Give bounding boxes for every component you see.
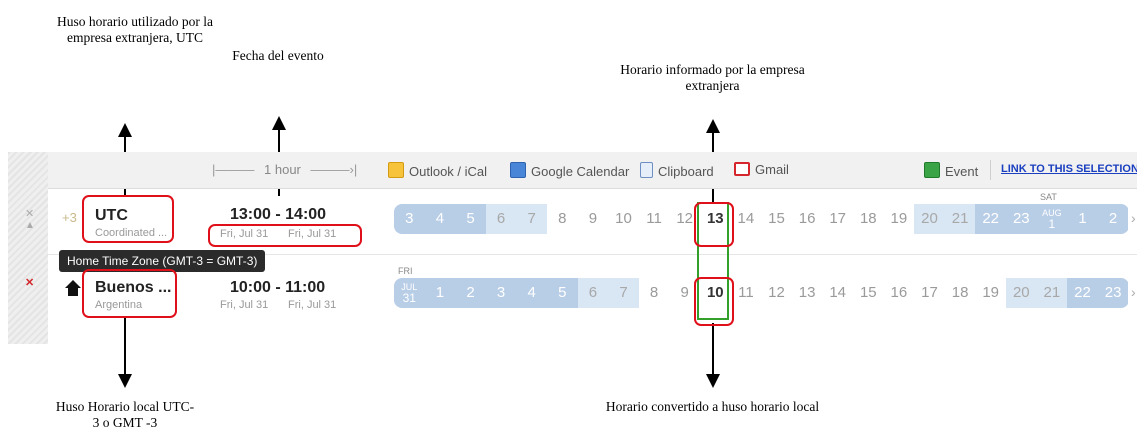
hour-cell[interactable]: 11 [730, 278, 762, 308]
duration-control[interactable]: |——— 1 hour ———›| [212, 162, 357, 177]
outlook-export-button[interactable]: Outlook / iCal [388, 162, 487, 179]
reported-time-annotation: Horario informado por la empresa extranj… [620, 62, 805, 93]
hour-cell[interactable]: 17 [822, 204, 853, 234]
hour-cell[interactable]: 20 [914, 204, 945, 234]
gmail-button[interactable]: Gmail [734, 162, 789, 177]
remove-row-icon[interactable]: ✕ [25, 276, 34, 289]
hour-cell[interactable]: 20 [1006, 278, 1037, 308]
date-badge[interactable]: AUG 1 [1036, 204, 1068, 234]
day-marker: FRI [398, 266, 413, 276]
hour-cell[interactable]: 7 [516, 204, 547, 234]
hour-cell[interactable]: 9 [577, 204, 609, 234]
outlook-icon [388, 162, 404, 178]
remove-row-icon[interactable]: ✕ [25, 207, 34, 220]
arrow-down-converted [706, 374, 720, 388]
scroll-right-icon[interactable]: › [1131, 284, 1136, 300]
highlight-buenos-aires [82, 269, 177, 318]
hour-cell[interactable]: 1 [424, 278, 456, 308]
timezone-converter: |——— 1 hour ———›| Outlook / iCal Google … [8, 152, 1137, 344]
home-set-icon[interactable]: ▲ [25, 220, 35, 231]
hour-cell[interactable]: 8 [547, 204, 578, 234]
local-zone-annotation: Huso Horario local UTC-3 o GMT -3 [55, 399, 195, 430]
event-button[interactable]: Event [924, 162, 978, 179]
hour-cell[interactable]: 5 [547, 278, 578, 308]
date-end: Fri, Jul 31 [288, 299, 337, 311]
utc-offset: +3 [62, 210, 77, 225]
hour-cell[interactable]: 3 [485, 278, 517, 308]
hour-cell[interactable]: 19 [975, 278, 1006, 308]
gmail-icon [734, 162, 750, 176]
time-range: 13:00 - 14:00 [230, 206, 327, 223]
hour-strip: 3 4 5 6 7 8 9 10 11 12 13 14 15 16 17 18 19 20 21 22 23 AUG 1 1… [394, 204, 1129, 234]
hour-cell[interactable]: 16 [791, 204, 823, 234]
hour-cell[interactable]: 23 [1097, 278, 1129, 308]
home-icon [65, 280, 81, 288]
hour-cell[interactable]: 21 [1036, 278, 1068, 308]
hour-cell[interactable]: 8 [638, 278, 670, 308]
event-date-annotation: Fecha del evento [232, 48, 324, 63]
badge-day: 31 [402, 291, 416, 305]
hour-cell[interactable]: 22 [1067, 278, 1098, 308]
hour-cell[interactable]: 4 [424, 204, 456, 234]
toolbar: |——— 1 hour ———›| Outlook / iCal Google … [48, 152, 1137, 189]
hour-cell[interactable]: 21 [944, 204, 976, 234]
hour-cell[interactable]: 22 [975, 204, 1006, 234]
clipboard-icon [640, 162, 653, 178]
toolbar-divider [990, 160, 991, 180]
hour-cell[interactable]: 12 [761, 278, 792, 308]
hour-cell[interactable]: 4 [516, 278, 547, 308]
time-range: 10:00 - 11:00 [230, 279, 326, 296]
google-calendar-button[interactable]: Google Calendar [510, 162, 629, 179]
scroll-right-icon[interactable]: › [1131, 210, 1136, 226]
highlight-local-hour [694, 277, 734, 326]
date-badge[interactable]: JUL 31 [394, 278, 425, 308]
date-start: Fri, Jul 31 [220, 299, 269, 311]
hour-cell[interactable]: 2 [1097, 204, 1129, 234]
hour-cell[interactable]: 6 [485, 204, 517, 234]
hour-cell[interactable]: 10 [608, 204, 639, 234]
hour-cell[interactable]: 14 [822, 278, 853, 308]
hour-cell[interactable]: 3 [394, 204, 425, 234]
google-calendar-icon [510, 162, 526, 178]
hour-cell[interactable]: 5 [455, 204, 486, 234]
converted-time-annotation: Horario convertido a huso horario local [605, 399, 820, 414]
hour-cell[interactable]: 1 [1067, 204, 1098, 234]
hour-cell[interactable]: 18 [853, 204, 884, 234]
hour-cell[interactable]: 6 [577, 278, 609, 308]
event-icon [924, 162, 940, 178]
hour-cell[interactable]: 18 [944, 278, 976, 308]
highlight-date [208, 224, 362, 247]
left-stripe [8, 152, 48, 344]
hour-cell[interactable]: 17 [914, 278, 945, 308]
home-icon-body [68, 288, 78, 296]
hour-strip: JUL 31 1 2 3 4 5 6 7 8 9 10 11 12 13 14 15 16 17 18 19 20 21 22… [394, 278, 1129, 308]
utc-zone-annotation: Huso horario utilizado por la empresa ex… [57, 14, 213, 45]
highlight-utc-hour [694, 202, 734, 247]
hour-cell[interactable]: 19 [883, 204, 915, 234]
hour-cell[interactable]: 7 [608, 278, 639, 308]
highlight-utc [82, 195, 174, 243]
day-marker: SAT [1040, 192, 1057, 202]
hour-cell[interactable]: 2 [455, 278, 486, 308]
hour-cell[interactable]: 23 [1006, 204, 1037, 234]
hour-cell[interactable]: 14 [730, 204, 762, 234]
link-to-selection[interactable]: LINK TO THIS SELECTION [1001, 163, 1137, 175]
badge-day: 1 [1048, 217, 1056, 231]
hour-cell[interactable]: 11 [638, 204, 670, 234]
hour-cell[interactable]: 13 [791, 278, 823, 308]
hour-cell[interactable]: 15 [853, 278, 884, 308]
clipboard-button[interactable]: Clipboard [640, 162, 714, 179]
arrow-down-local [118, 374, 132, 388]
hour-cell[interactable]: 15 [761, 204, 792, 234]
duration-label: 1 hour [264, 162, 301, 177]
hour-cell[interactable]: 16 [883, 278, 915, 308]
